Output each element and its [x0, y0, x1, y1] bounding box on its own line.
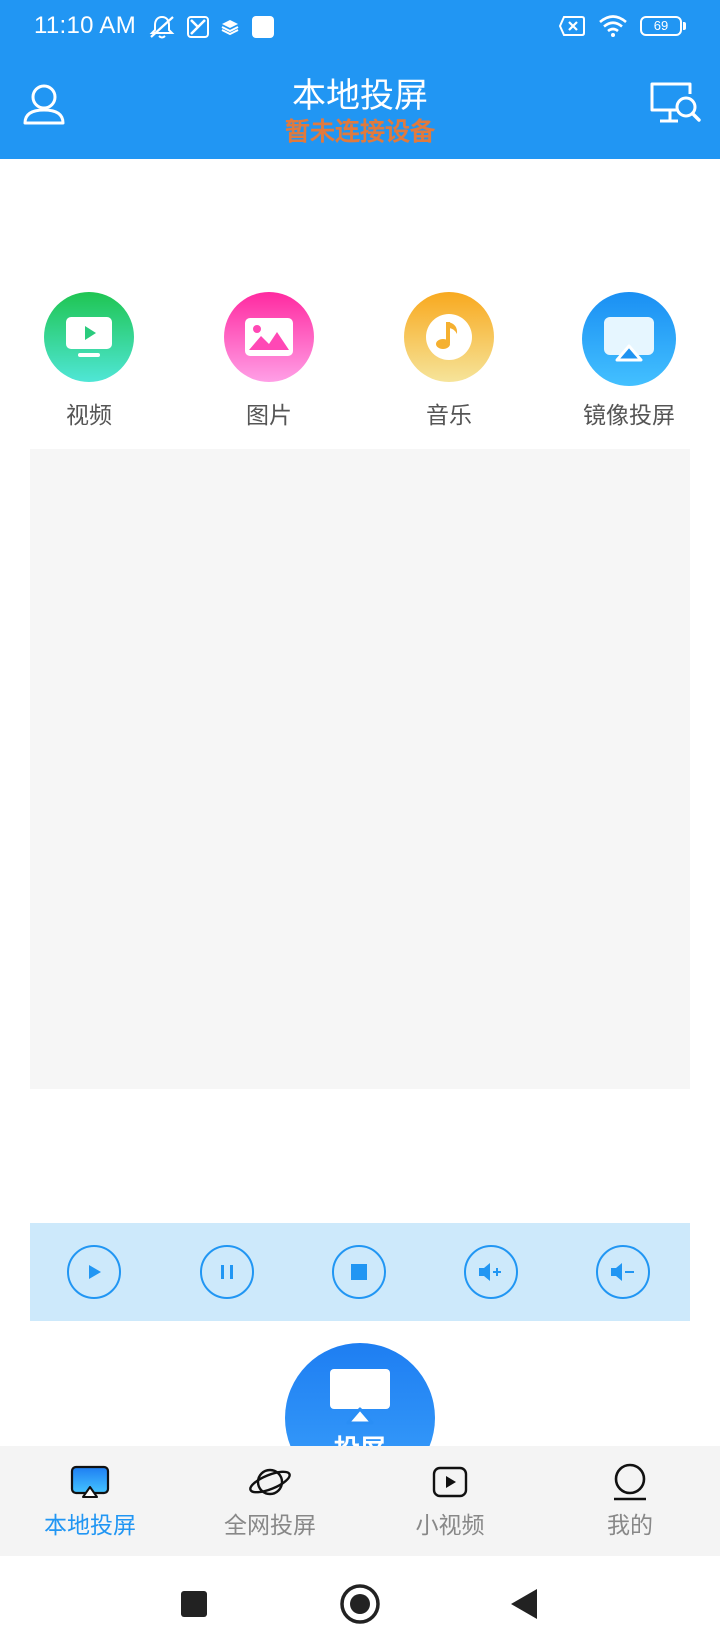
bell-off-icon [149, 15, 175, 39]
app-notification-icon [187, 16, 209, 38]
category-mirror-label: 镜像投屏 [583, 403, 675, 429]
page-title: 本地投屏 [292, 76, 428, 116]
square-notification-icon [252, 16, 274, 38]
nav-short-video-label: 小视频 [415, 1513, 485, 1539]
category-video-circle [44, 292, 134, 382]
video-icon [66, 317, 112, 357]
device-search-button[interactable] [648, 80, 702, 130]
mirror-cast-icon [604, 317, 654, 362]
volume-up-button[interactable] [464, 1245, 518, 1299]
category-music[interactable]: 音乐 [374, 292, 524, 430]
category-image[interactable]: 图片 [194, 292, 344, 430]
planet-icon [249, 1468, 291, 1496]
pause-icon [221, 1265, 233, 1279]
play-icon [89, 1265, 101, 1279]
nav-short-video[interactable]: 小视频 [360, 1462, 540, 1540]
content-panel [30, 449, 690, 1089]
status-time: 11:10 AM [34, 12, 137, 39]
category-video[interactable]: 视频 [14, 292, 164, 430]
nav-local-cast-label: 本地投屏 [44, 1513, 136, 1539]
status-icons-left [148, 14, 276, 40]
stop-icon [351, 1264, 367, 1280]
cast-screen-icon [330, 1369, 390, 1425]
category-mirror-cast[interactable]: 镜像投屏 [554, 292, 704, 430]
connection-status: 暂未连接设备 [284, 117, 435, 146]
back-button[interactable] [502, 1582, 546, 1626]
square-icon [181, 1591, 207, 1617]
image-icon [245, 318, 293, 356]
status-icons-right: 69 [558, 14, 686, 38]
category-image-label: 图片 [246, 403, 292, 429]
monitor-search-icon [650, 82, 701, 123]
bottom-nav: 本地投屏 全网投屏 小视频 我的 [0, 1446, 720, 1556]
nav-local-cast[interactable]: 本地投屏 [0, 1462, 180, 1540]
system-nav-bar [0, 1556, 720, 1650]
nav-network-cast[interactable]: 全网投屏 [180, 1462, 360, 1540]
category-music-label: 音乐 [426, 403, 472, 429]
volume-down-icon [611, 1263, 634, 1281]
app-header: 11:10 AM 69 本地投屏 暂未连接设备 [0, 0, 720, 159]
play-button[interactable] [67, 1245, 121, 1299]
recent-apps-button[interactable] [172, 1582, 216, 1626]
home-circle-icon [340, 1584, 380, 1624]
nav-profile[interactable]: 我的 [540, 1462, 720, 1540]
local-cast-icon [70, 1465, 110, 1498]
category-mirror-circle [582, 292, 676, 386]
category-video-label: 视频 [66, 403, 112, 429]
music-icon [426, 314, 472, 360]
back-triangle-icon [511, 1589, 537, 1619]
nav-profile-label: 我的 [607, 1513, 653, 1539]
no-sim-icon [558, 16, 585, 36]
home-button[interactable] [338, 1582, 382, 1626]
volume-up-icon [479, 1263, 501, 1281]
battery-indicator: 69 [640, 16, 686, 36]
short-video-icon [432, 1466, 468, 1498]
wifi-icon [599, 15, 627, 37]
category-image-circle [224, 292, 314, 382]
category-music-circle [404, 292, 494, 382]
pause-button[interactable] [200, 1245, 254, 1299]
nav-network-cast-label: 全网投屏 [224, 1513, 316, 1539]
volume-down-button[interactable] [596, 1245, 650, 1299]
layers-icon [221, 20, 239, 36]
stop-button[interactable] [332, 1245, 386, 1299]
playback-controls [30, 1223, 690, 1321]
profile-icon [614, 1463, 646, 1501]
